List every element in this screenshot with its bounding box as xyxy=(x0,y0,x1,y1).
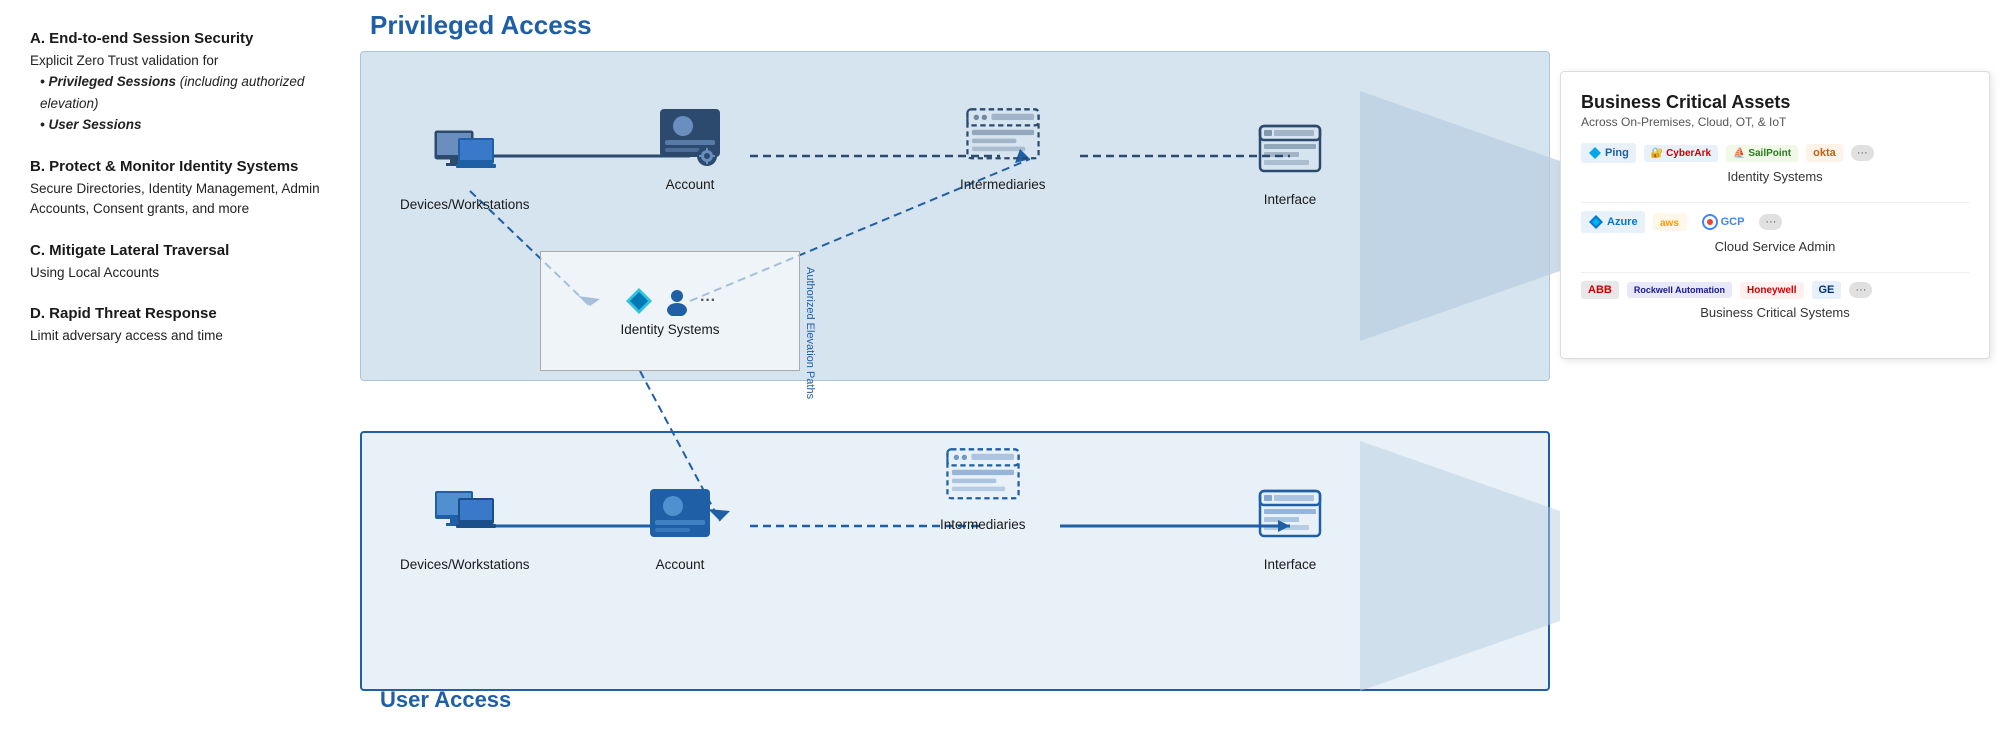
section-d-body: Limit adversary access and time xyxy=(30,326,320,346)
authorized-elevation-label: Authorized Elevation Paths xyxy=(804,267,816,399)
section-a-bullets: Privileged Sessions (including authorize… xyxy=(30,71,320,136)
privileged-access-title: Privileged Access xyxy=(370,10,2011,41)
priv-account-node: Account xyxy=(650,101,730,192)
identity-icons: ··· xyxy=(624,286,716,316)
bca-identity-label: Identity Systems xyxy=(1581,169,1969,184)
logo-google-cloud: GCP xyxy=(1695,211,1752,233)
bca-panel: Business Critical Assets Across On-Premi… xyxy=(1560,71,1990,359)
section-b: B. Protect & Monitor Identity Systems Se… xyxy=(30,158,320,220)
person-icon xyxy=(662,286,692,316)
identity-more-badge: ··· xyxy=(1851,145,1874,161)
aws-icon: aws xyxy=(1660,216,1680,228)
logo-rockwell: Rockwell Automation xyxy=(1627,282,1732,298)
section-c-body: Using Local Accounts xyxy=(30,263,320,283)
left-panel: A. End-to-end Session Security Explicit … xyxy=(0,0,340,752)
user-account-icon xyxy=(640,481,720,551)
diagram-area: Devices/Workstations xyxy=(360,51,2011,731)
user-account-label: Account xyxy=(656,557,705,572)
bca-identity-logos: Ping 🔐 CyberArk ⛵ SailPoint okta ··· xyxy=(1581,143,1969,163)
section-d-title: D. Rapid Threat Response xyxy=(30,305,320,322)
logo-ping: Ping xyxy=(1581,143,1636,163)
interface-icon-user xyxy=(1255,486,1325,546)
section-a-body: Explicit Zero Trust validation for xyxy=(30,51,320,71)
logo-honeywell: Honeywell xyxy=(1740,282,1803,299)
priv-devices-label: Devices/Workstations xyxy=(400,197,530,212)
bullet-privileged-sessions: Privileged Sessions (including authorize… xyxy=(40,71,320,114)
logo-ge: GE xyxy=(1812,281,1842,299)
bca-cloud-label: Cloud Service Admin xyxy=(1581,239,1969,254)
priv-devices-icon xyxy=(425,121,505,191)
user-interface-icon xyxy=(1250,481,1330,551)
bca-subtitle: Across On-Premises, Cloud, OT, & IoT xyxy=(1581,115,1969,129)
svg-text:aws: aws xyxy=(1660,218,1679,228)
priv-devices-node: Devices/Workstations xyxy=(400,121,530,212)
user-devices-icon xyxy=(425,481,505,551)
ping-icon xyxy=(1588,146,1602,160)
priv-interface-label: Interface xyxy=(1264,192,1317,207)
section-c: C. Mitigate Lateral Traversal Using Loca… xyxy=(30,242,320,283)
bca-cloud-logos: Azure aws GCP xyxy=(1581,211,1969,233)
logo-okta: okta xyxy=(1806,144,1843,162)
privileged-box xyxy=(360,51,1550,381)
section-b-body: Secure Directories, Identity Management,… xyxy=(30,179,320,220)
section-d: D. Rapid Threat Response Limit adversary… xyxy=(30,305,320,346)
user-interface-node: Interface xyxy=(1250,481,1330,572)
identity-systems-label: Identity Systems xyxy=(620,322,719,337)
priv-account-icon xyxy=(650,101,730,171)
identity-more: ··· xyxy=(700,292,716,310)
workstation-icon-priv xyxy=(430,126,500,186)
user-devices-label: Devices/Workstations xyxy=(400,557,530,572)
bca-bcs-section: ABB Rockwell Automation Honeywell GE ···… xyxy=(1581,281,1969,320)
azure-diamond-icon xyxy=(624,286,654,316)
user-interface-label: Interface xyxy=(1264,557,1317,572)
interface-icon-priv xyxy=(1255,121,1325,181)
user-account-node: Account xyxy=(640,481,720,572)
logo-sailpoint: ⛵ SailPoint xyxy=(1726,145,1798,162)
intermediaries-icon-priv xyxy=(963,101,1043,171)
cloud-more-badge: ··· xyxy=(1759,214,1782,230)
bca-bcs-label: Business Critical Systems xyxy=(1581,305,1969,320)
section-a-title: A. End-to-end Session Security xyxy=(30,30,320,47)
main-diagram: Privileged Access xyxy=(340,0,2011,752)
divider-2 xyxy=(1581,272,1969,273)
logo-cyberark: 🔐 CyberArk xyxy=(1644,145,1718,162)
bullet-user-sessions: User Sessions xyxy=(40,114,320,136)
priv-intermediaries-icon xyxy=(963,101,1043,171)
account-icon-user xyxy=(645,484,715,549)
bcs-more-badge: ··· xyxy=(1849,282,1872,298)
bca-identity-section: Ping 🔐 CyberArk ⛵ SailPoint okta ··· Ide… xyxy=(1581,143,1969,184)
user-intermediaries-node: Intermediaries xyxy=(940,441,1026,532)
bca-bcs-logos: ABB Rockwell Automation Honeywell GE ··· xyxy=(1581,281,1969,299)
divider-1 xyxy=(1581,202,1969,203)
bca-title: Business Critical Assets xyxy=(1581,92,1969,113)
priv-intermediaries-label: Intermediaries xyxy=(960,177,1046,192)
account-icon-priv xyxy=(655,104,725,169)
user-devices-node: Devices/Workstations xyxy=(400,481,530,572)
identity-systems-box: ··· Identity Systems xyxy=(540,251,800,371)
workstation-icon-user xyxy=(430,486,500,546)
section-a: A. End-to-end Session Security Explicit … xyxy=(30,30,320,136)
section-c-title: C. Mitigate Lateral Traversal xyxy=(30,242,320,259)
user-intermediaries-label: Intermediaries xyxy=(940,517,1026,532)
priv-interface-icon xyxy=(1250,116,1330,186)
priv-intermediaries-node: Intermediaries xyxy=(960,101,1046,192)
bca-cloud-section: Azure aws GCP xyxy=(1581,211,1969,254)
intermediaries-icon-user xyxy=(943,441,1023,511)
logo-aws: aws xyxy=(1653,213,1687,231)
user-access-title: User Access xyxy=(380,687,511,713)
user-intermediaries-icon xyxy=(943,441,1023,511)
priv-interface-node: Interface xyxy=(1250,116,1330,207)
section-b-title: B. Protect & Monitor Identity Systems xyxy=(30,158,320,175)
logo-azure: Azure xyxy=(1581,211,1645,233)
azure-icon xyxy=(1588,214,1604,230)
priv-account-label: Account xyxy=(666,177,715,192)
logo-abb: ABB xyxy=(1581,281,1619,299)
google-cloud-icon xyxy=(1702,214,1718,230)
